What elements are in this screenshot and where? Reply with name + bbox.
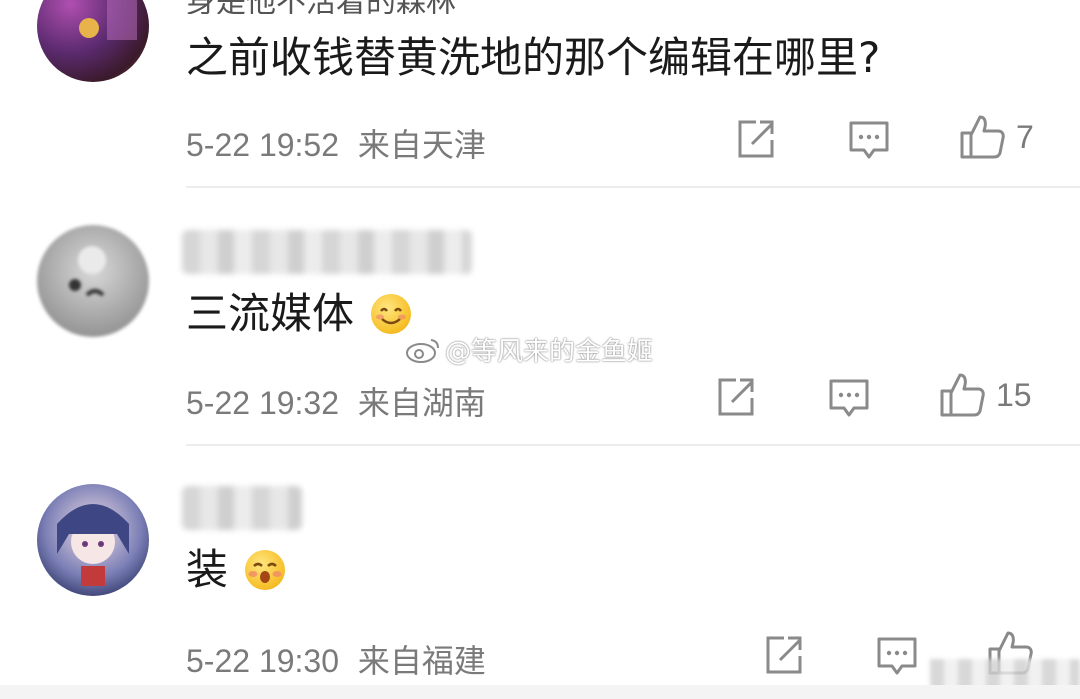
author-name[interactable]: 身是他不活着的森林 <box>186 0 456 14</box>
share-button[interactable] <box>762 634 804 676</box>
avatar[interactable] <box>37 225 149 337</box>
reply-button[interactable] <box>876 636 918 676</box>
comment-text-content: 装 <box>186 545 229 594</box>
comment-time: 5-22 19:32 <box>186 385 340 421</box>
shy-emoji-icon <box>245 550 286 590</box>
avatar-image <box>79 0 137 40</box>
like-count: 7 <box>1016 118 1034 155</box>
comment-text: 三流媒体 <box>186 286 412 342</box>
like-count: 15 <box>996 376 1032 413</box>
smile-emoji-icon <box>371 294 412 334</box>
weibo-watermark: @等风来的金鱼姬 <box>405 331 653 368</box>
share-icon <box>738 120 774 158</box>
comment-icon <box>877 637 917 675</box>
reply-button[interactable] <box>848 120 890 160</box>
comment-meta: 5-22 19:30 来自福建 <box>186 636 486 682</box>
reply-button[interactable] <box>828 378 870 418</box>
comment-text: 之前收钱替黄洗地的那个编辑在哪里? <box>186 30 880 86</box>
thumbs-up-icon <box>960 115 1005 159</box>
like-button[interactable]: 15 <box>938 371 1032 419</box>
weibo-logo-icon <box>406 338 439 363</box>
share-icon <box>718 378 754 416</box>
avatar[interactable] <box>37 484 149 596</box>
avatar[interactable] <box>37 0 149 82</box>
watermark-text: @等风来的金鱼姬 <box>445 337 654 367</box>
comment-time: 5-22 19:30 <box>186 643 340 679</box>
comment-time: 5-22 19:52 <box>186 127 340 163</box>
comment-icon <box>829 379 869 417</box>
comment-text: 装 <box>186 542 286 598</box>
avatar-image <box>57 504 129 586</box>
comment-text-content: 之前收钱替黄洗地的那个编辑在哪里? <box>186 33 881 82</box>
avatar-image <box>69 246 106 297</box>
comment-location: 来自天津 <box>357 127 486 163</box>
thumbs-up-icon <box>940 373 985 417</box>
comment-text-content: 三流媒体 <box>186 289 355 338</box>
share-button[interactable] <box>714 376 756 418</box>
bottom-edge <box>0 685 1080 699</box>
share-icon <box>766 636 802 674</box>
comment-item: 装 5-22 19:30 来自福建 <box>0 446 1080 699</box>
like-button[interactable]: 7 <box>958 113 1034 161</box>
comment-item: 身是他不活着的森林 之前收钱替黄洗地的那个编辑在哪里? 5-22 19:52 来… <box>0 0 1080 188</box>
comment-meta: 5-22 19:52 来自天津 <box>186 120 486 166</box>
author-name-blurred[interactable] <box>182 486 302 530</box>
comment-icon <box>849 121 889 159</box>
share-button[interactable] <box>734 118 776 160</box>
comment-item: 三流媒体 5-22 19:32 来自湖南 15 <box>0 188 1080 446</box>
comment-location: 来自福建 <box>357 643 486 679</box>
author-name-blurred[interactable] <box>182 230 472 274</box>
comment-meta: 5-22 19:32 来自湖南 <box>186 378 486 424</box>
comment-location: 来自湖南 <box>357 385 486 421</box>
